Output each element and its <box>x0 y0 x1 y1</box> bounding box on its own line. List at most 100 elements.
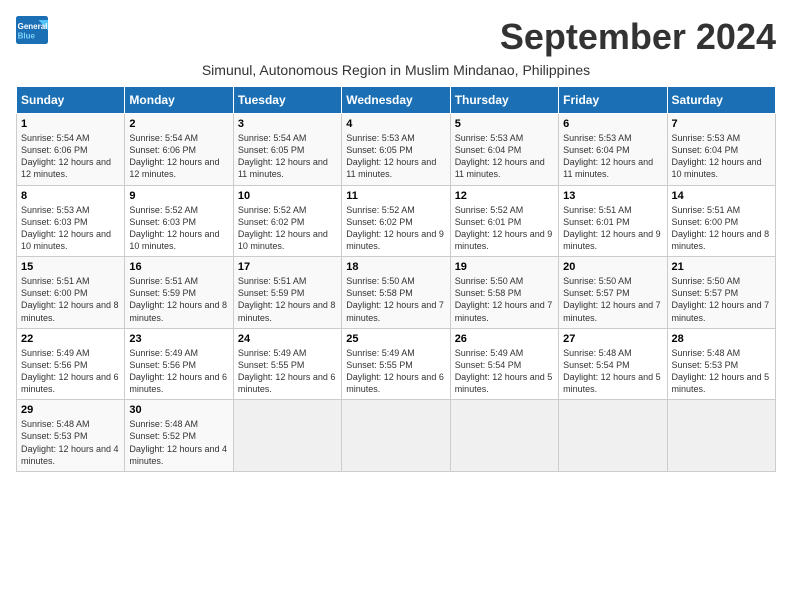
calendar-day-cell: 9 Sunrise: 5:52 AM Sunset: 6:03 PM Dayli… <box>125 185 233 257</box>
day-number: 28 <box>672 333 771 345</box>
sunset-text: Sunset: 5:56 PM <box>129 360 196 370</box>
sunrise-text: Sunrise: 5:52 AM <box>129 205 198 215</box>
sunset-text: Sunset: 5:57 PM <box>672 288 739 298</box>
sunrise-text: Sunrise: 5:53 AM <box>21 205 90 215</box>
calendar-day-cell: 19 Sunrise: 5:50 AM Sunset: 5:58 PM Dayl… <box>450 257 558 329</box>
sunset-text: Sunset: 5:54 PM <box>563 360 630 370</box>
sunset-text: Sunset: 6:04 PM <box>672 145 739 155</box>
daylight-text: Daylight: 12 hours and 9 minutes. <box>346 229 444 251</box>
calendar-day-cell: 28 Sunrise: 5:48 AM Sunset: 5:53 PM Dayl… <box>667 328 775 400</box>
calendar-week-row: 1 Sunrise: 5:54 AM Sunset: 6:06 PM Dayli… <box>17 114 776 186</box>
calendar-day-cell: 13 Sunrise: 5:51 AM Sunset: 6:01 PM Dayl… <box>559 185 667 257</box>
calendar-day-cell: 11 Sunrise: 5:52 AM Sunset: 6:02 PM Dayl… <box>342 185 450 257</box>
daylight-text: Daylight: 12 hours and 10 minutes. <box>129 229 219 251</box>
sunset-text: Sunset: 6:03 PM <box>129 217 196 227</box>
sunrise-text: Sunrise: 5:49 AM <box>346 348 415 358</box>
calendar-week-row: 22 Sunrise: 5:49 AM Sunset: 5:56 PM Dayl… <box>17 328 776 400</box>
day-info: Sunrise: 5:53 AM Sunset: 6:04 PM Dayligh… <box>672 132 771 181</box>
day-number: 16 <box>129 261 228 273</box>
day-info: Sunrise: 5:52 AM Sunset: 6:01 PM Dayligh… <box>455 204 554 253</box>
day-number: 8 <box>21 190 120 202</box>
calendar-day-cell <box>233 400 341 472</box>
sunset-text: Sunset: 6:06 PM <box>21 145 88 155</box>
day-number: 15 <box>21 261 120 273</box>
daylight-text: Daylight: 12 hours and 6 minutes. <box>129 372 227 394</box>
day-info: Sunrise: 5:49 AM Sunset: 5:55 PM Dayligh… <box>238 347 337 396</box>
day-number: 14 <box>672 190 771 202</box>
calendar-day-cell: 20 Sunrise: 5:50 AM Sunset: 5:57 PM Dayl… <box>559 257 667 329</box>
daylight-text: Daylight: 12 hours and 7 minutes. <box>346 300 444 322</box>
sunrise-text: Sunrise: 5:50 AM <box>346 276 415 286</box>
daylight-text: Daylight: 12 hours and 5 minutes. <box>455 372 553 394</box>
calendar-table: SundayMondayTuesdayWednesdayThursdayFrid… <box>16 86 776 472</box>
day-info: Sunrise: 5:52 AM Sunset: 6:03 PM Dayligh… <box>129 204 228 253</box>
calendar-day-cell: 1 Sunrise: 5:54 AM Sunset: 6:06 PM Dayli… <box>17 114 125 186</box>
sunset-text: Sunset: 6:06 PM <box>129 145 196 155</box>
sunset-text: Sunset: 5:59 PM <box>238 288 305 298</box>
day-info: Sunrise: 5:51 AM Sunset: 6:00 PM Dayligh… <box>21 275 120 324</box>
daylight-text: Daylight: 12 hours and 5 minutes. <box>672 372 770 394</box>
logo: General Blue <box>16 16 52 44</box>
daylight-text: Daylight: 12 hours and 6 minutes. <box>238 372 336 394</box>
day-number: 2 <box>129 118 228 130</box>
day-info: Sunrise: 5:48 AM Sunset: 5:54 PM Dayligh… <box>563 347 662 396</box>
sunrise-text: Sunrise: 5:51 AM <box>238 276 307 286</box>
daylight-text: Daylight: 12 hours and 10 minutes. <box>672 157 762 179</box>
day-number: 6 <box>563 118 662 130</box>
sunrise-text: Sunrise: 5:49 AM <box>455 348 524 358</box>
sunset-text: Sunset: 6:05 PM <box>346 145 413 155</box>
day-info: Sunrise: 5:51 AM Sunset: 6:00 PM Dayligh… <box>672 204 771 253</box>
sunset-text: Sunset: 6:00 PM <box>21 288 88 298</box>
sunset-text: Sunset: 5:53 PM <box>21 431 88 441</box>
calendar-day-cell: 2 Sunrise: 5:54 AM Sunset: 6:06 PM Dayli… <box>125 114 233 186</box>
day-info: Sunrise: 5:51 AM Sunset: 5:59 PM Dayligh… <box>129 275 228 324</box>
calendar-day-cell <box>342 400 450 472</box>
day-number: 24 <box>238 333 337 345</box>
day-number: 4 <box>346 118 445 130</box>
daylight-text: Daylight: 12 hours and 12 minutes. <box>21 157 111 179</box>
calendar-day-cell <box>559 400 667 472</box>
sunrise-text: Sunrise: 5:51 AM <box>129 276 198 286</box>
calendar-day-cell: 17 Sunrise: 5:51 AM Sunset: 5:59 PM Dayl… <box>233 257 341 329</box>
sunset-text: Sunset: 6:01 PM <box>455 217 522 227</box>
day-info: Sunrise: 5:53 AM Sunset: 6:04 PM Dayligh… <box>563 132 662 181</box>
sunrise-text: Sunrise: 5:48 AM <box>563 348 632 358</box>
day-info: Sunrise: 5:53 AM Sunset: 6:04 PM Dayligh… <box>455 132 554 181</box>
sunrise-text: Sunrise: 5:54 AM <box>238 133 307 143</box>
sunrise-text: Sunrise: 5:48 AM <box>672 348 741 358</box>
daylight-text: Daylight: 12 hours and 7 minutes. <box>563 300 661 322</box>
day-info: Sunrise: 5:49 AM Sunset: 5:56 PM Dayligh… <box>129 347 228 396</box>
sunset-text: Sunset: 5:54 PM <box>455 360 522 370</box>
daylight-text: Daylight: 12 hours and 7 minutes. <box>672 300 770 322</box>
sunrise-text: Sunrise: 5:51 AM <box>672 205 741 215</box>
day-number: 20 <box>563 261 662 273</box>
calendar-day-cell: 25 Sunrise: 5:49 AM Sunset: 5:55 PM Dayl… <box>342 328 450 400</box>
daylight-text: Daylight: 12 hours and 10 minutes. <box>21 229 111 251</box>
day-info: Sunrise: 5:48 AM Sunset: 5:53 PM Dayligh… <box>672 347 771 396</box>
day-info: Sunrise: 5:54 AM Sunset: 6:06 PM Dayligh… <box>129 132 228 181</box>
weekday-header: Saturday <box>667 87 775 114</box>
sunrise-text: Sunrise: 5:50 AM <box>672 276 741 286</box>
sunset-text: Sunset: 5:59 PM <box>129 288 196 298</box>
sunset-text: Sunset: 5:56 PM <box>21 360 88 370</box>
sunset-text: Sunset: 5:57 PM <box>563 288 630 298</box>
daylight-text: Daylight: 12 hours and 6 minutes. <box>346 372 444 394</box>
sunset-text: Sunset: 5:58 PM <box>346 288 413 298</box>
daylight-text: Daylight: 12 hours and 5 minutes. <box>563 372 661 394</box>
day-info: Sunrise: 5:52 AM Sunset: 6:02 PM Dayligh… <box>346 204 445 253</box>
sunset-text: Sunset: 5:55 PM <box>346 360 413 370</box>
day-info: Sunrise: 5:50 AM Sunset: 5:57 PM Dayligh… <box>563 275 662 324</box>
day-number: 7 <box>672 118 771 130</box>
day-info: Sunrise: 5:49 AM Sunset: 5:56 PM Dayligh… <box>21 347 120 396</box>
calendar-day-cell: 21 Sunrise: 5:50 AM Sunset: 5:57 PM Dayl… <box>667 257 775 329</box>
calendar-day-cell: 10 Sunrise: 5:52 AM Sunset: 6:02 PM Dayl… <box>233 185 341 257</box>
calendar-day-cell: 14 Sunrise: 5:51 AM Sunset: 6:00 PM Dayl… <box>667 185 775 257</box>
daylight-text: Daylight: 12 hours and 11 minutes. <box>238 157 328 179</box>
day-number: 27 <box>563 333 662 345</box>
sunrise-text: Sunrise: 5:49 AM <box>238 348 307 358</box>
day-info: Sunrise: 5:51 AM Sunset: 5:59 PM Dayligh… <box>238 275 337 324</box>
day-number: 18 <box>346 261 445 273</box>
day-number: 26 <box>455 333 554 345</box>
sunrise-text: Sunrise: 5:51 AM <box>563 205 632 215</box>
sunrise-text: Sunrise: 5:48 AM <box>21 419 90 429</box>
